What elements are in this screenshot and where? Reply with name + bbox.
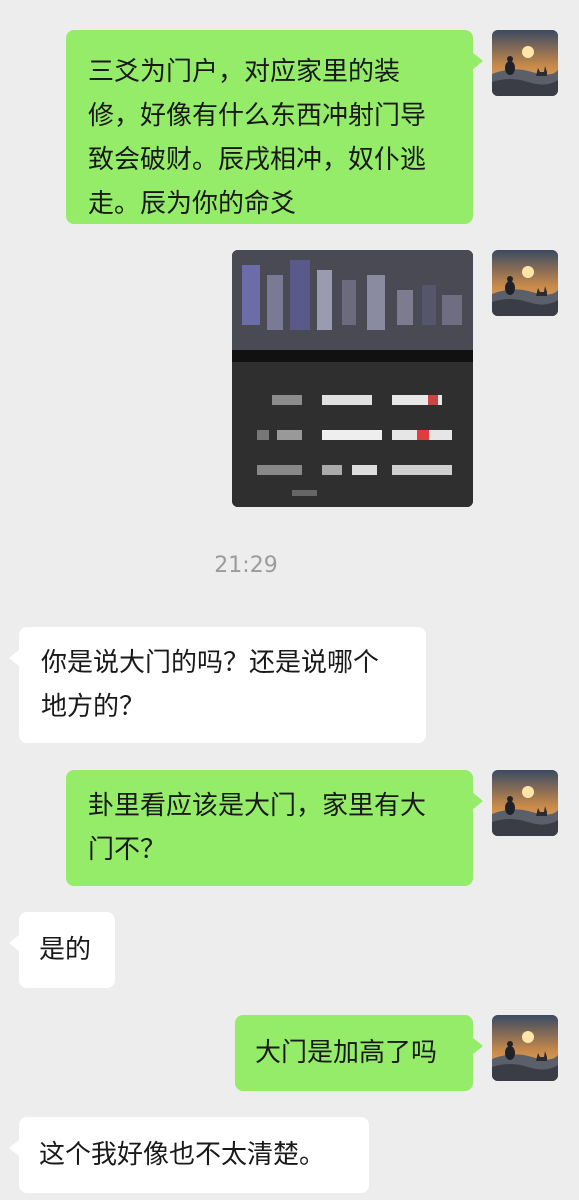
message-text: 卦里看应该是大门，家里有大门不？ — [88, 791, 427, 865]
avatar[interactable] — [492, 770, 558, 836]
message-text: 大门是加高了吗 — [255, 1038, 438, 1068]
message-bubble-sent[interactable]: 卦里看应该是大门，家里有大门不？ — [66, 770, 483, 886]
blurred-screenshot-image — [232, 250, 473, 507]
avatar[interactable] — [492, 1015, 558, 1081]
message-text: 三爻为门户，对应家里的装修，好像有什么东西冲射门导致会破财。辰戌相冲，奴仆逃走。… — [88, 57, 427, 219]
message-image[interactable] — [232, 250, 473, 507]
message-bubble-received[interactable]: 这个我好像也不太清楚。 — [9, 1117, 369, 1193]
avatar-meditation-sunset-icon — [492, 250, 558, 316]
message-bubble-received[interactable]: 是的 — [9, 912, 115, 988]
avatar[interactable] — [492, 30, 558, 96]
avatar-meditation-sunset-icon — [492, 30, 558, 96]
message-bubble-received[interactable]: 你是说大门的吗？还是说哪个地方的？ — [9, 627, 426, 743]
avatar-meditation-sunset-icon — [492, 770, 558, 836]
message-text: 你是说大门的吗？还是说哪个地方的？ — [41, 648, 380, 722]
message-bubble-sent[interactable]: 三爻为门户，对应家里的装修，好像有什么东西冲射门导致会破财。辰戌相冲，奴仆逃走。… — [66, 30, 483, 224]
avatar-meditation-sunset-icon — [492, 1015, 558, 1081]
message-text: 这个我好像也不太清楚。 — [39, 1140, 326, 1170]
message-text: 是的 — [39, 935, 92, 965]
message-bubble-sent[interactable]: 大门是加高了吗 — [235, 1015, 483, 1091]
timestamp: 21:29 — [214, 553, 278, 578]
avatar[interactable] — [492, 250, 558, 316]
